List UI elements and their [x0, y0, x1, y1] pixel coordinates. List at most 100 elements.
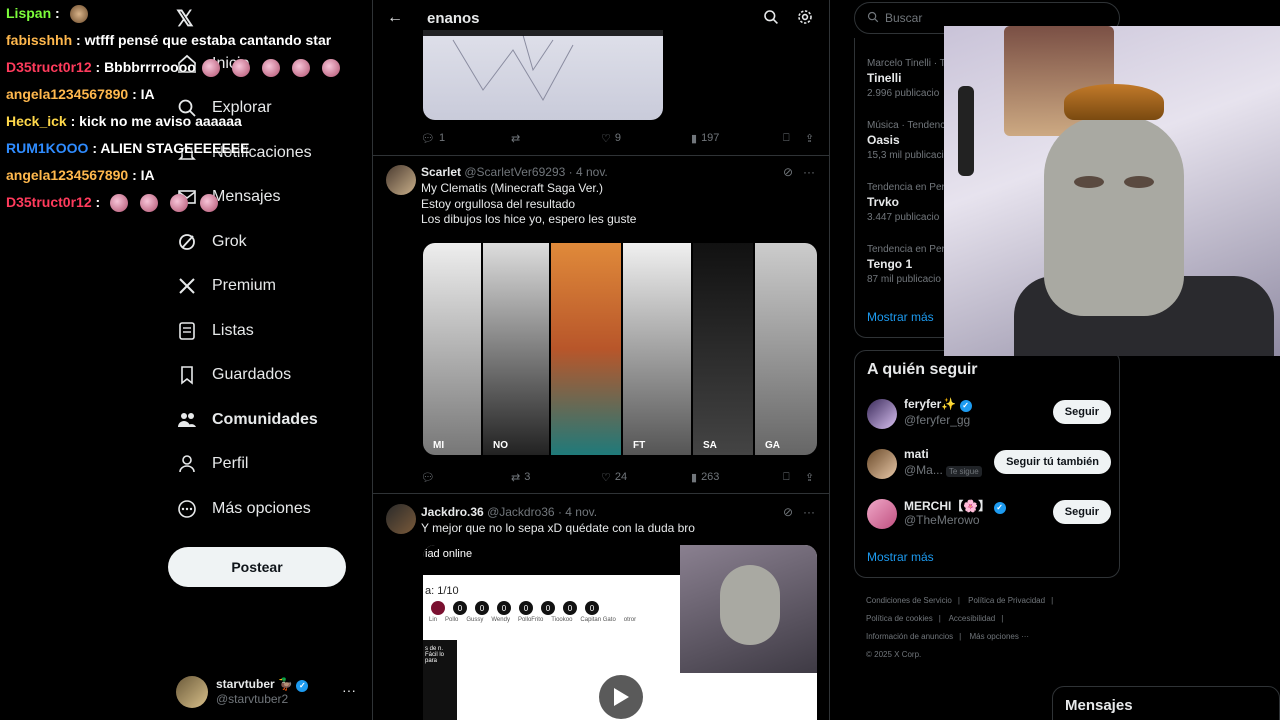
more-dots-icon[interactable]: ···	[803, 505, 815, 519]
account-switcher[interactable]: starvtuber 🦆 ✓ @starvtuber2 ···	[176, 674, 366, 710]
retweet-button[interactable]: ⇄ 3	[511, 471, 530, 484]
tweet-author-handle[interactable]: @Jackdro36	[487, 505, 555, 519]
bookmark-icon: ⎕	[783, 131, 790, 144]
option-label: Gussy	[466, 617, 484, 623]
follow-suggestion[interactable]: feryfer✨ ✓ @feryfer_gg Seguir	[867, 397, 1111, 431]
reply-button[interactable]: 💬︎	[421, 471, 435, 484]
trend-item[interactable]: Música · Tendenc Oasis 15,3 mil publicaci	[867, 118, 945, 163]
like-button[interactable]: ♡ 24	[601, 471, 627, 484]
play-icon[interactable]	[599, 675, 643, 719]
nav-item-premium[interactable]: Premium	[176, 268, 276, 304]
footer-link[interactable]: Información de anuncios	[866, 632, 953, 641]
avatar[interactable]	[386, 504, 416, 534]
x-premium-icon	[176, 275, 198, 297]
nav-label: Perfil	[212, 455, 249, 472]
chat-message: fabisshhh : wtfff pensé que estaba canta…	[6, 32, 332, 48]
bookmark-icon	[176, 364, 198, 386]
art-panel: SA	[693, 243, 755, 455]
chat-message: Lispan :	[6, 0, 366, 27]
art-panel: GA	[755, 243, 817, 455]
trend-item[interactable]: Tendencia en Per Trvko 3.447 publicacio	[867, 180, 945, 225]
retweet-button[interactable]: ⇄	[511, 132, 520, 145]
trends-show-more-link[interactable]: Mostrar más	[867, 310, 934, 324]
grok-icon[interactable]: ⊘	[783, 165, 793, 179]
eye	[1124, 176, 1154, 188]
grok-icon[interactable]: ⊘	[783, 505, 793, 519]
tweet-author-handle[interactable]: @ScarletVer69293	[464, 165, 565, 179]
follow-suggestion[interactable]: MERCHI【🌸】 ✓ @TheMerowo Seguir	[867, 497, 1111, 531]
nav-item-profile[interactable]: Perfil	[176, 446, 248, 482]
nav-item-communities[interactable]: Comunidades	[176, 402, 318, 438]
trend-item[interactable]: Tendencia en Per Tengo 1 87 mil publicacio	[867, 242, 945, 287]
bookmark-button[interactable]: ⎕	[783, 132, 790, 145]
views-icon: ▮	[691, 132, 698, 145]
chat-message: D35truct0r12 :	[6, 189, 366, 216]
tweet-image-sketch[interactable]	[423, 30, 663, 120]
like-count: 9	[614, 132, 621, 144]
avatar[interactable]	[867, 399, 897, 429]
avatar[interactable]	[386, 165, 416, 195]
chat-username: RUM1KOOO	[6, 140, 89, 156]
back-arrow-icon[interactable]: ←	[387, 9, 407, 27]
search-icon[interactable]	[763, 9, 779, 30]
option-dot: 0	[519, 601, 533, 615]
tweet-time[interactable]: · 4 nov.	[569, 165, 608, 179]
trend-count: 15,3 mil publicaci	[867, 150, 944, 161]
search-query[interactable]: enanos	[427, 10, 480, 27]
tweet-text: My Clematis (Minecraft Saga Ver.) Estoy …	[421, 181, 636, 228]
post-button[interactable]: Postear	[168, 547, 346, 587]
trend-title: Tinelli	[867, 71, 902, 85]
nav-label: Premium	[212, 277, 277, 294]
trend-count: 87 mil publicacio	[867, 274, 941, 285]
views-button[interactable]: ▮ 263	[691, 471, 719, 484]
footer-link[interactable]: Política de Privacidad	[968, 596, 1045, 605]
emote-icon	[261, 59, 280, 78]
trend-item[interactable]: Marcelo Tinelli · T Tinelli 2.996 publicac…	[867, 56, 946, 101]
follow-suggestion[interactable]: mati @Ma... Te sigue Seguir tú también	[867, 447, 1111, 481]
views-button[interactable]: ▮ 197	[691, 132, 719, 145]
messages-drawer[interactable]: Mensajes	[1052, 686, 1280, 720]
follow-button[interactable]: Seguir	[1052, 400, 1111, 424]
nav-item-grok[interactable]: Grok	[176, 224, 247, 260]
verified-badge-icon: ✓	[296, 680, 309, 692]
follow-show-more-link[interactable]: Mostrar más	[867, 550, 934, 564]
follow-back-button[interactable]: Seguir tú también	[994, 450, 1111, 474]
tweet-header: Jackdro.36 @Jackdro36 · 4 nov.	[421, 505, 597, 519]
option-label: PolloFrito	[517, 617, 544, 623]
follow-button[interactable]: Seguir	[1052, 500, 1111, 524]
footer-link[interactable]: Política de cookies	[866, 614, 933, 623]
tweet-author-name[interactable]: Scarlet	[421, 165, 461, 179]
footer-link[interactable]: Condiciones de Servicio	[866, 596, 952, 605]
avatar[interactable]	[867, 499, 897, 529]
share-button[interactable]: ⇪	[805, 471, 814, 484]
follow-name: MERCHI【🌸】 ✓	[904, 497, 1006, 514]
more-dots-icon[interactable]: ···	[803, 165, 815, 179]
divider	[373, 155, 829, 156]
share-button[interactable]: ⇪	[805, 132, 814, 145]
like-button[interactable]: ♡ 9	[601, 132, 621, 145]
more-dots-icon[interactable]: ···	[342, 682, 356, 698]
tweet-author-name[interactable]: Jackdro.36	[421, 505, 484, 519]
footer-link[interactable]: Accesibilidad	[949, 614, 996, 623]
nav-item-bookmarks[interactable]: Guardados	[176, 357, 291, 393]
art-panel: NO	[483, 243, 551, 455]
bookmark-button[interactable]: ⎕	[783, 471, 790, 484]
option-dot: 0	[585, 601, 599, 615]
tweet-video[interactable]: iad online a: 1/10 0 0 0 0 0 0 0 Lin Pol…	[423, 545, 817, 720]
tweet-time[interactable]: · 4 nov.	[558, 505, 597, 519]
tweet-line: Estoy orgullosa del resultado	[421, 196, 576, 211]
follow-name: feryfer✨ ✓	[904, 397, 972, 412]
chat-text: Bbbbrrrroooo	[104, 59, 196, 75]
avatar[interactable]	[867, 449, 897, 479]
tweet-image-art[interactable]: MI NO FT SA GA	[423, 243, 817, 455]
gear-icon[interactable]	[797, 9, 813, 30]
nav-label: Grok	[212, 233, 247, 250]
nav-item-more[interactable]: Más opciones	[176, 491, 311, 527]
trend-category: Marcelo Tinelli · T	[867, 58, 946, 69]
art-panel: FT	[623, 243, 693, 455]
tweet-actions: 💬︎ ⇄ 3 ♡ 24 ▮ 263 ⎕ ⇪	[421, 467, 819, 487]
reply-button[interactable]: 💬︎ 1	[421, 132, 445, 145]
chat-message: angela1234567890 : IA	[6, 86, 155, 102]
footer-link[interactable]: Más opciones ···	[969, 632, 1029, 641]
nav-item-lists[interactable]: Listas	[176, 313, 254, 349]
